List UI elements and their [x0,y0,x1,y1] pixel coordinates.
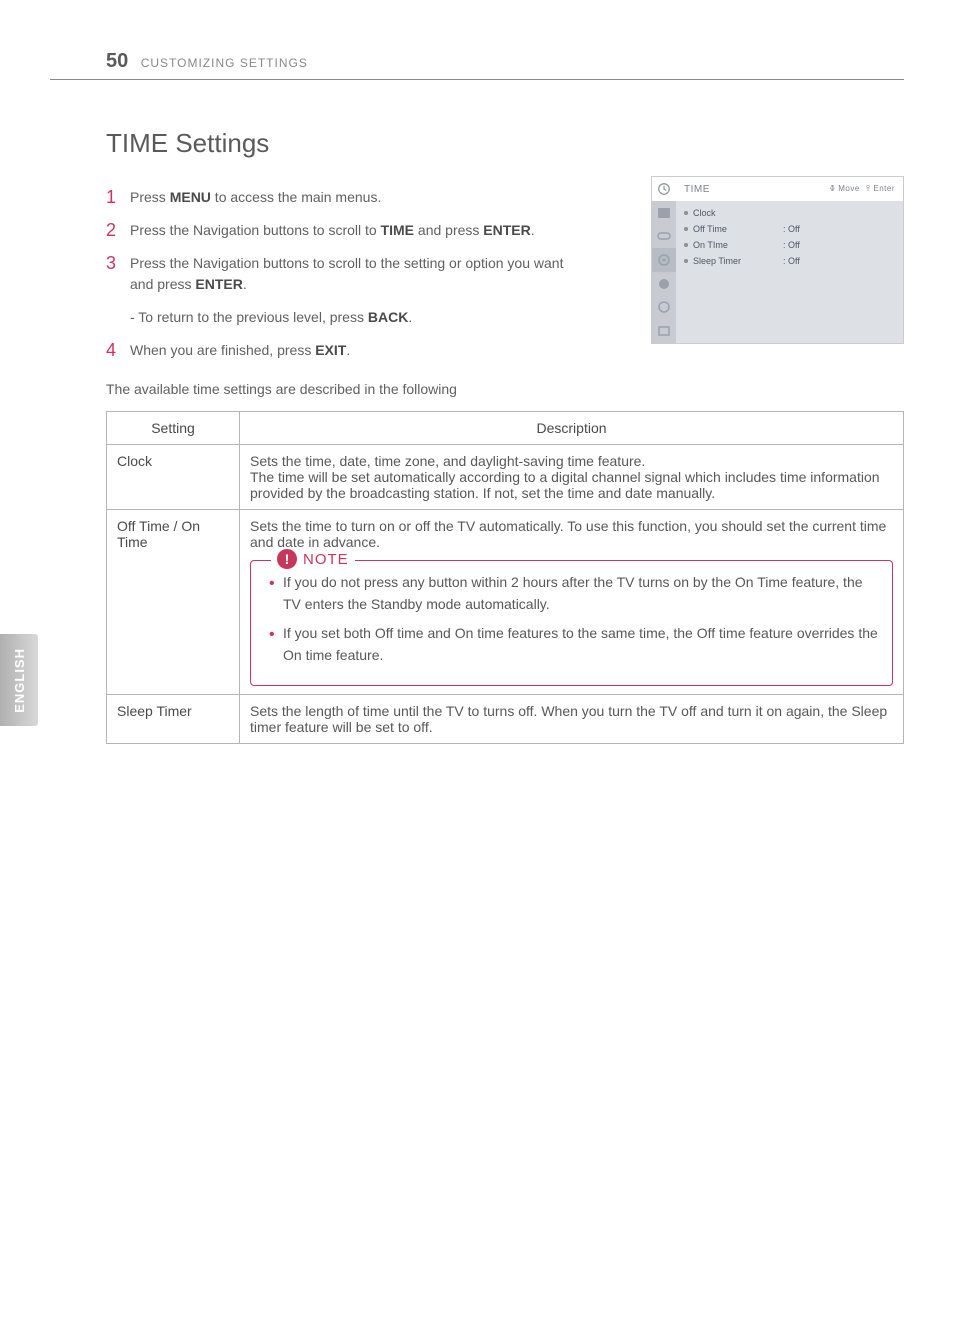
move-hint: ꔁ Move [829,184,859,194]
osd-item: Off Time: Off [684,221,895,237]
col-description: Description [240,412,904,445]
step-number: 2 [106,220,130,241]
osd-title: TIME [684,184,823,195]
step-number: 3 [106,253,130,274]
note-icon: ! [277,549,297,569]
setting-clock-name: Clock [107,445,240,510]
picture-icon [652,201,676,225]
note-item: If you do not press any button within 2 … [269,571,878,616]
clock-icon [652,177,676,201]
input-icon [652,296,676,320]
settings-table: Setting Description Clock Sets the time,… [106,411,904,744]
language-tab-label: ENGLISH [12,648,27,713]
bullet-icon [684,227,688,231]
step-2: 2 Press the Navigation buttons to scroll… [106,220,586,241]
osd-menu-graphic: TIME ꔁ Move ꕉ Enter Clock Off Time: Off … [651,176,904,344]
lock-icon [652,272,676,296]
option-icon [652,248,676,272]
enter-hint: ꕉ Enter [866,184,895,194]
language-tab: ENGLISH [0,634,38,726]
setting-sleep-name: Sleep Timer [107,694,240,743]
bullet-icon [684,211,688,215]
usb-icon [652,319,676,343]
step-text: When you are finished, press EXIT. [130,340,350,361]
osd-body: Clock Off Time: Off On TIme: Off Sleep T… [676,201,903,343]
osd-item: Clock [684,205,895,221]
step-4: 4 When you are finished, press EXIT. [106,340,586,361]
step-3: 3 Press the Navigation buttons to scroll… [106,253,586,295]
osd-item: Sleep Timer: Off [684,253,895,269]
bullet-icon [684,243,688,247]
page-header: 50 CUSTOMIZING SETTINGS [50,50,904,80]
table-row: Sleep Timer Sets the length of time unti… [107,694,904,743]
setting-sleep-desc: Sets the length of time until the TV to … [240,694,904,743]
step-text: Press MENU to access the main menus. [130,187,381,208]
setting-clock-desc: Sets the time, date, time zone, and dayl… [240,445,904,510]
step-number: 4 [106,340,130,361]
osd-item: On TIme: Off [684,237,895,253]
note-label: ! NOTE [271,549,355,569]
step-1: 1 Press MENU to access the main menus. [106,187,586,208]
table-intro: The available time settings are describe… [106,381,904,397]
note-box: ! NOTE If you do not press any button wi… [250,560,893,686]
step-number: 1 [106,187,130,208]
table-row: Off Time / On Time Sets the time to turn… [107,510,904,695]
table-row: Clock Sets the time, date, time zone, an… [107,445,904,510]
setting-offon-desc: Sets the time to turn on or off the TV a… [240,510,904,695]
osd-titlebar: TIME ꔁ Move ꕉ Enter [676,177,903,201]
bullet-icon [684,259,688,263]
note-word: NOTE [303,551,349,568]
osd-sidebar [652,177,676,343]
page-title: TIME Settings [106,128,904,159]
step-text: Press the Navigation buttons to scroll t… [130,220,535,241]
setting-offon-name: Off Time / On Time [107,510,240,695]
col-setting: Setting [107,412,240,445]
audio-icon [652,224,676,248]
header-section: CUSTOMIZING SETTINGS [141,56,308,70]
page-number: 50 [106,50,128,73]
step-text: Press the Navigation buttons to scroll t… [130,253,586,295]
note-item: If you set both Off time and On time fea… [269,622,878,667]
